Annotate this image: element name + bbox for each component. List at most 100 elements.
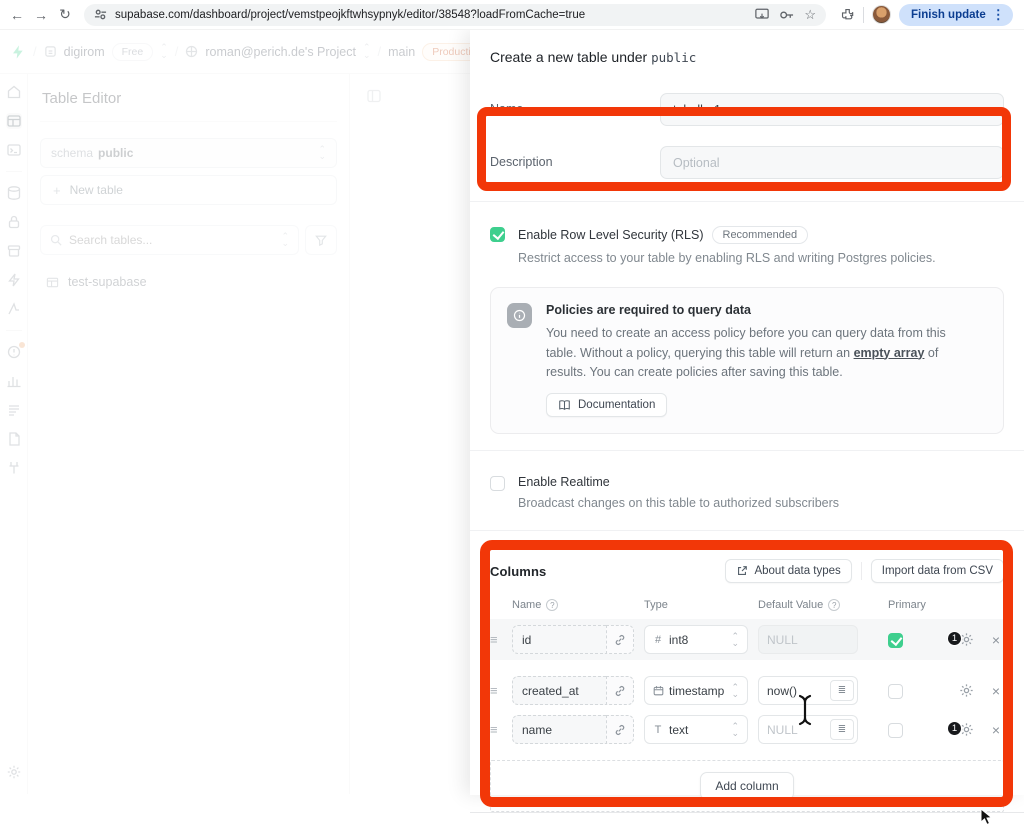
drag-handle-icon[interactable]: ≡ (490, 632, 512, 647)
primary-key-checkbox[interactable] (888, 723, 903, 738)
database-icon[interactable] (6, 185, 22, 201)
name-label: Name (490, 93, 660, 116)
realtime-checkbox[interactable] (490, 476, 505, 491)
address-bar[interactable]: supabase.com/dashboard/project/vemstpeoj… (84, 4, 826, 26)
profile-avatar[interactable] (872, 5, 891, 24)
default-value-menu-icon[interactable]: ≣ (830, 719, 854, 740)
filter-button[interactable] (305, 225, 337, 255)
reload-icon[interactable]: ↻ (56, 6, 74, 23)
browser-chrome: ← → ↻ supabase.com/dashboard/project/vem… (0, 0, 1024, 30)
table-editor-icon[interactable] (6, 113, 22, 129)
project-switcher-icon[interactable]: ⌃⌄ (363, 44, 371, 58)
finish-update-button[interactable]: Finish update ⋮ (899, 4, 1013, 26)
logs-icon[interactable] (6, 402, 22, 418)
integrations-icon[interactable] (6, 460, 22, 476)
chrome-menu-icon[interactable]: ⋮ (992, 7, 1005, 23)
production-badge: Production (422, 43, 470, 61)
edge-functions-icon[interactable] (6, 272, 22, 288)
drag-handle-icon[interactable]: ≡ (490, 683, 512, 698)
breadcrumb-branch[interactable]: main (388, 45, 415, 59)
collapse-sidebar-icon[interactable] (366, 88, 382, 104)
home-icon[interactable] (6, 84, 22, 100)
sql-editor-icon[interactable] (6, 142, 22, 158)
sort-icon[interactable]: ⌃⌄ (281, 233, 289, 247)
chevron-updown-icon: ⌃⌄ (318, 146, 326, 160)
column-name-input[interactable] (512, 715, 606, 744)
text-type-icon: T (653, 724, 663, 736)
table-name-input[interactable] (660, 93, 1004, 126)
header-type: Type (644, 599, 748, 611)
url-text[interactable]: supabase.com/dashboard/project/vemstpeoj… (115, 9, 747, 21)
import-csv-button[interactable]: Import data from CSV (871, 559, 1004, 583)
column-default-input[interactable] (759, 723, 830, 737)
column-name-input[interactable] (512, 625, 606, 654)
remove-column-icon[interactable]: × (988, 683, 1004, 699)
help-icon[interactable]: ? (546, 599, 558, 611)
column-default-input[interactable] (759, 684, 830, 698)
help-icon[interactable]: ? (828, 599, 840, 611)
chevron-updown-icon: ⌃⌄ (731, 684, 739, 698)
column-type-select[interactable]: T text ⌃⌄ (644, 715, 748, 744)
remove-column-icon[interactable]: × (988, 632, 1004, 648)
foreign-key-link-icon[interactable] (606, 625, 634, 654)
back-icon[interactable]: ← (8, 7, 26, 23)
table-icon (46, 276, 59, 289)
realtime-label: Enable Realtime (518, 475, 610, 489)
documentation-button[interactable]: Documentation (546, 393, 667, 417)
password-key-icon[interactable] (779, 9, 794, 21)
add-column-button[interactable]: Add column (700, 772, 793, 800)
column-type-select[interactable]: timestamp ⌃⌄ (644, 676, 748, 705)
extensions-icon[interactable] (840, 7, 855, 22)
breadcrumb-project[interactable]: roman@perich.de's Project (205, 45, 356, 59)
settings-gear-icon[interactable] (6, 764, 22, 780)
search-tables-box[interactable]: ⌃⌄ (40, 225, 299, 255)
site-info-icon[interactable] (94, 8, 107, 21)
column-row-name: ≡ T text ⌃⌄ ≣ (490, 715, 1004, 744)
finish-update-label: Finish update (911, 9, 986, 21)
column-settings-gear-icon[interactable]: 1 (958, 631, 976, 649)
foreign-key-link-icon[interactable] (606, 715, 634, 744)
auth-icon[interactable] (6, 214, 22, 230)
column-settings-gear-icon[interactable] (958, 682, 976, 700)
realtime-icon[interactable] (6, 301, 22, 317)
column-name-input[interactable] (512, 676, 606, 705)
rls-checkbox[interactable] (490, 227, 505, 242)
column-type-value: int8 (669, 633, 725, 647)
policies-note-title: Policies are required to query data (546, 303, 976, 317)
nav-rail (0, 74, 28, 794)
create-table-panel: Create a new table under public Name Des… (470, 30, 1024, 795)
foreign-key-link-icon[interactable] (606, 676, 634, 705)
sidebar-table-item[interactable]: test-supabase (40, 271, 337, 293)
column-type-select[interactable]: # int8 ⌃⌄ (644, 625, 748, 654)
new-table-button[interactable]: + New table (40, 175, 337, 205)
primary-key-checkbox[interactable] (888, 684, 903, 699)
primary-key-checkbox[interactable] (888, 633, 903, 648)
new-table-label: New table (70, 183, 123, 197)
forward-icon[interactable]: → (32, 7, 50, 23)
table-item-label: test-supabase (68, 275, 147, 289)
rls-description: Restrict access to your table by enablin… (518, 249, 936, 267)
column-settings-gear-icon[interactable]: 1 (958, 721, 976, 739)
realtime-description: Broadcast changes on this table to autho… (518, 494, 839, 512)
remove-column-icon[interactable]: × (988, 722, 1004, 738)
bookmark-star-icon[interactable]: ☆ (804, 7, 816, 23)
policies-note-box: Policies are required to query data You … (490, 287, 1004, 434)
about-data-types-button[interactable]: About data types (725, 559, 851, 583)
storage-icon[interactable] (6, 243, 22, 259)
default-value-menu-icon[interactable]: ≣ (830, 680, 854, 701)
about-data-types-label: About data types (754, 565, 840, 577)
advisors-icon[interactable] (6, 344, 22, 360)
supabase-logo-icon[interactable] (10, 44, 26, 60)
schema-select[interactable]: schema public ⌃⌄ (40, 138, 337, 168)
breadcrumb-org[interactable]: digirom (64, 45, 105, 59)
table-description-input[interactable] (660, 146, 1004, 179)
drag-handle-icon[interactable]: ≡ (490, 722, 512, 737)
reports-icon[interactable] (6, 373, 22, 389)
empty-array-emphasis: empty array (854, 346, 925, 360)
breadcrumb: / digirom Free ⌃⌄ / roman@perich.de's Pr… (0, 30, 470, 74)
api-docs-icon[interactable] (6, 431, 22, 447)
search-tables-input[interactable] (69, 233, 274, 247)
org-switcher-icon[interactable]: ⌃⌄ (160, 44, 168, 58)
cast-icon[interactable] (755, 8, 769, 21)
settings-count-badge: 1 (947, 631, 962, 646)
